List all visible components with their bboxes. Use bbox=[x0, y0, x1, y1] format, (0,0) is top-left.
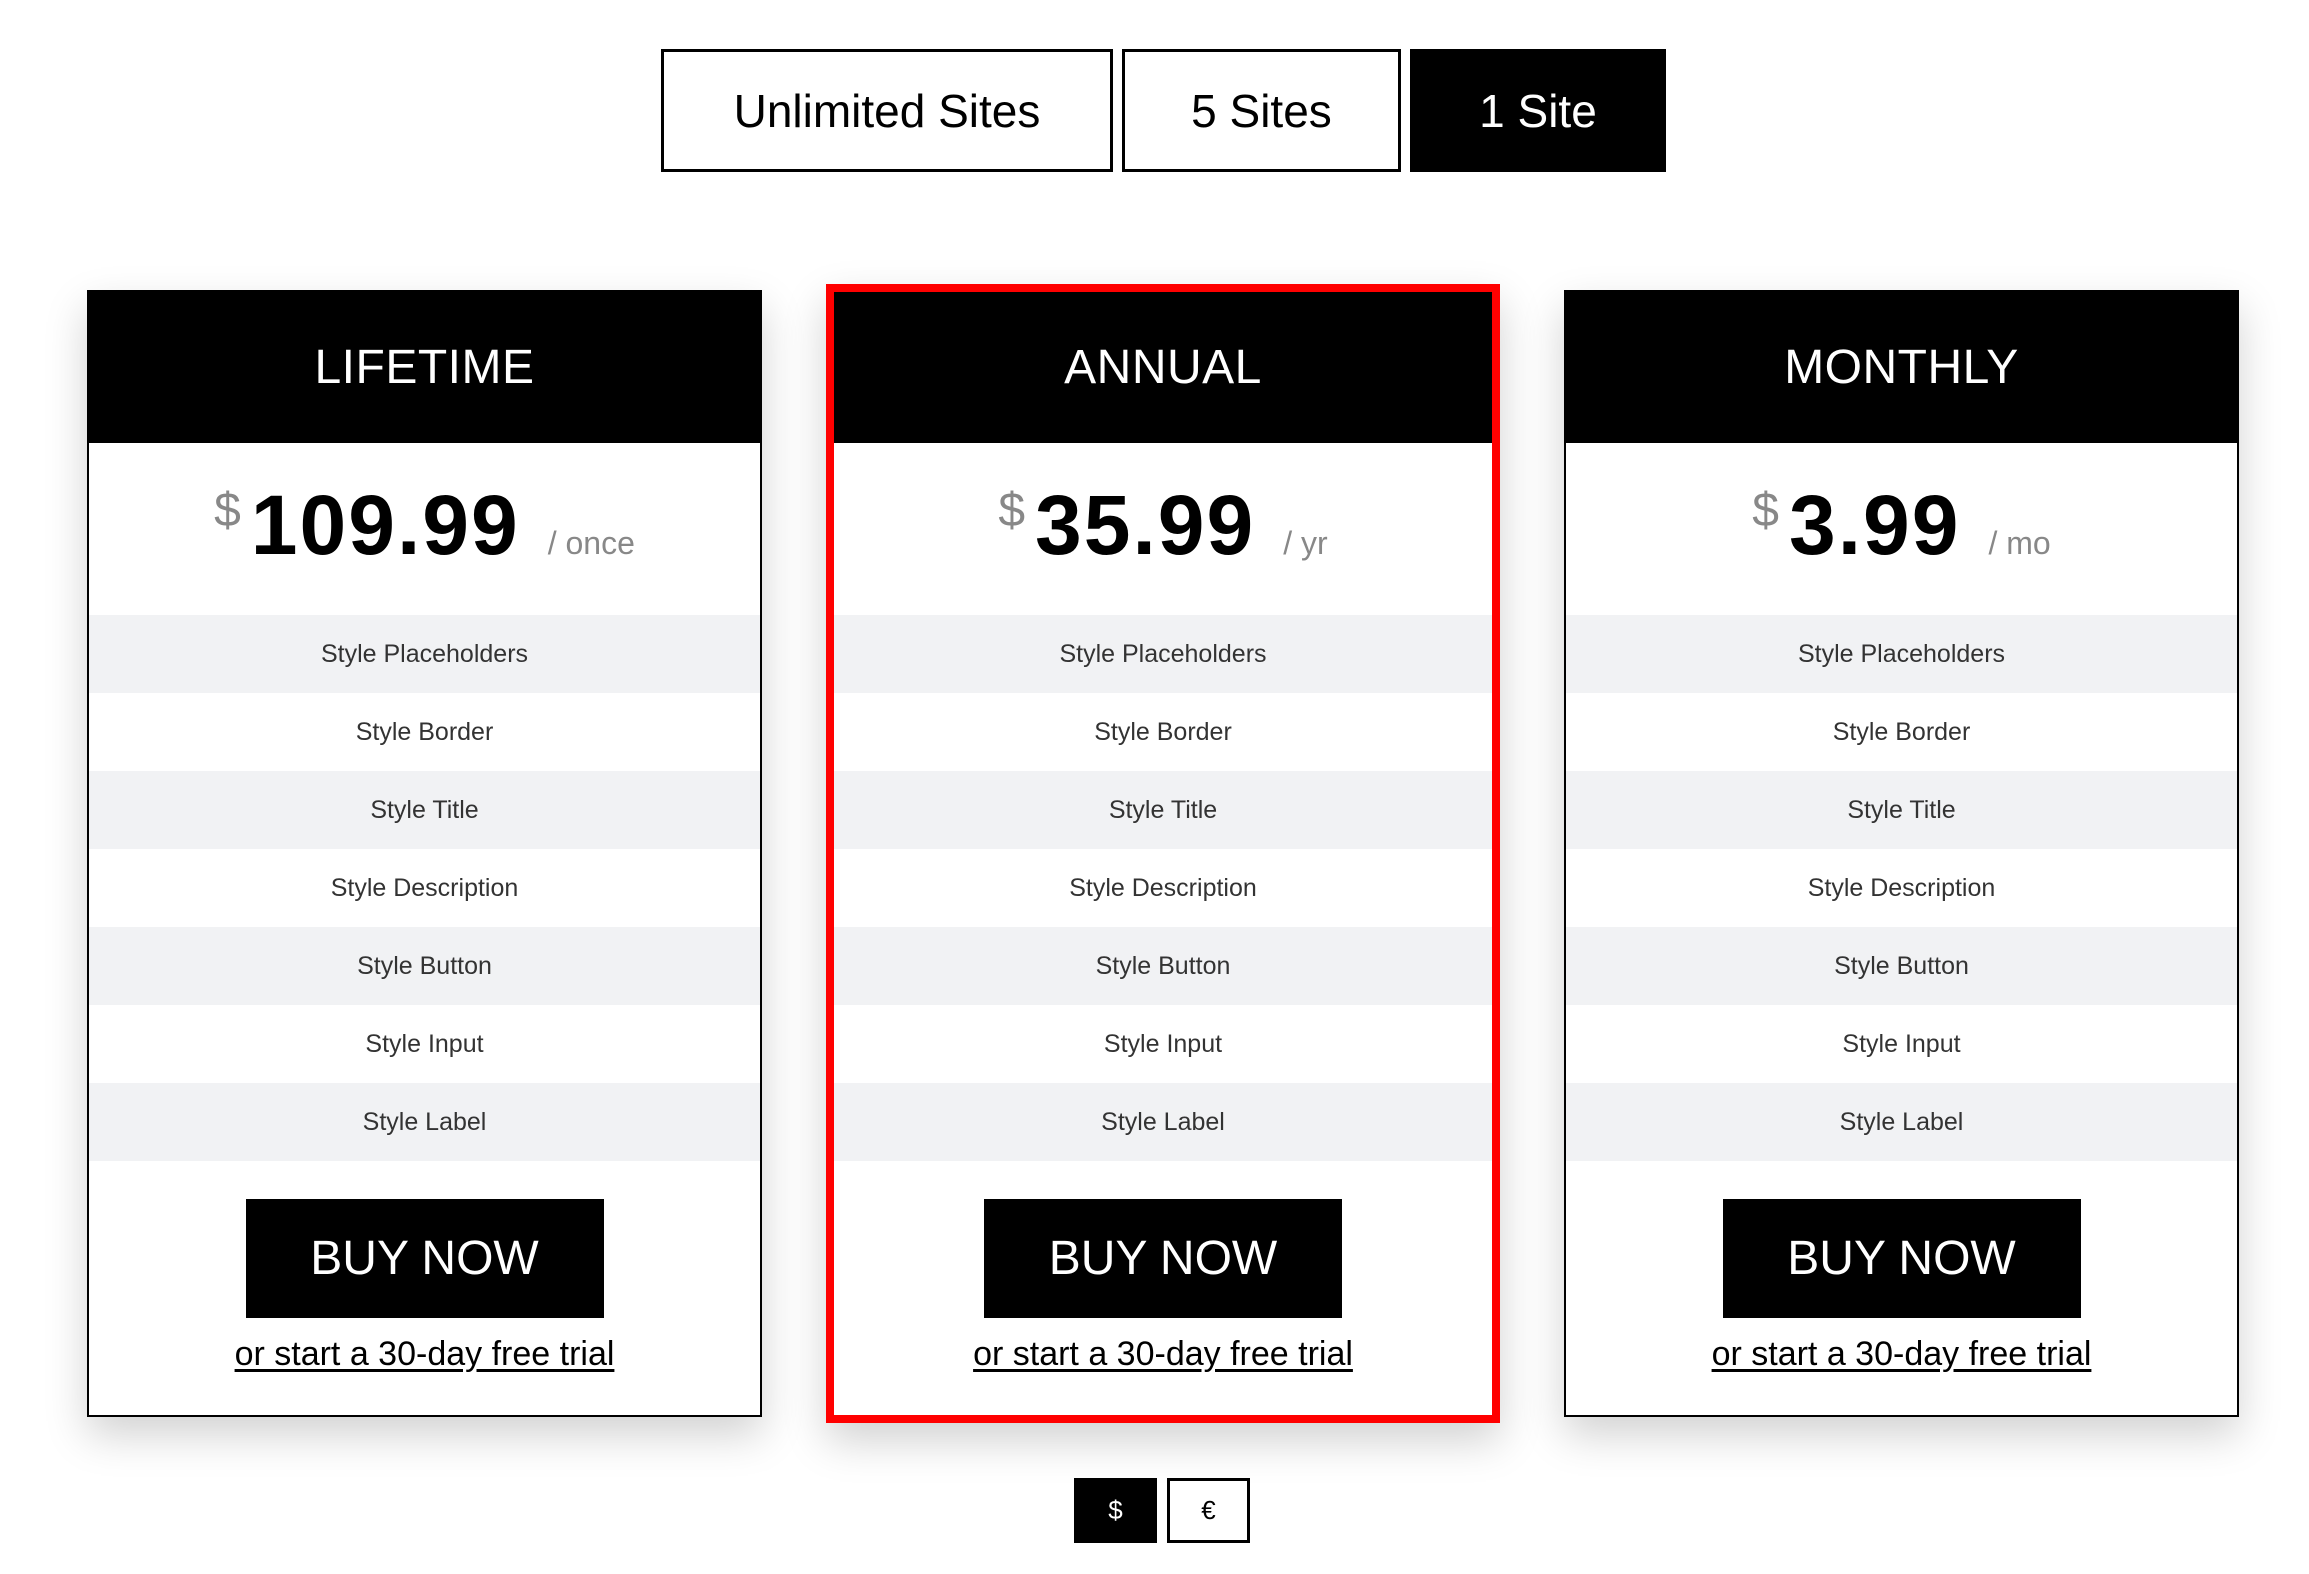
price-block: $ 109.99 / once bbox=[89, 443, 760, 615]
toggle-5-sites[interactable]: 5 Sites bbox=[1122, 49, 1401, 172]
feature-item: Style Input bbox=[1842, 1029, 1961, 1058]
feature-item: Style Title bbox=[1566, 771, 2237, 849]
feature-item: Style Placeholders bbox=[89, 615, 760, 693]
feature-item: Style Description bbox=[330, 873, 519, 902]
pricing-card-lifetime: LIFETIME $ 109.99 / once Style Placehold… bbox=[87, 290, 762, 1417]
price-period: / mo bbox=[1988, 525, 2051, 561]
currency-usd-button[interactable]: $ bbox=[1074, 1478, 1157, 1543]
feature-item: Style Input bbox=[365, 1029, 484, 1058]
free-trial-link[interactable]: or start a 30-day free trial bbox=[834, 1335, 1492, 1374]
buy-now-button[interactable]: BUY NOW bbox=[245, 1199, 604, 1318]
feature-item: Style Label bbox=[89, 1083, 760, 1161]
plan-title: MONTHLY bbox=[1566, 292, 2237, 443]
feature-item: Style Description bbox=[1807, 873, 1996, 902]
price-period: / yr bbox=[1283, 525, 1328, 561]
free-trial-link[interactable]: or start a 30-day free trial bbox=[1566, 1335, 2237, 1374]
price-amount: 3.99 bbox=[1788, 478, 1961, 572]
card-actions: BUY NOW or start a 30-day free trial bbox=[1566, 1161, 2237, 1417]
buy-now-button[interactable]: BUY NOW bbox=[984, 1199, 1342, 1318]
toggle-1-site[interactable]: 1 Site bbox=[1410, 49, 1666, 172]
feature-item: Style Placeholders bbox=[834, 615, 1492, 693]
toggle-unlimited-sites[interactable]: Unlimited Sites bbox=[661, 49, 1113, 172]
price-block: $ 35.99 / yr bbox=[834, 443, 1492, 615]
feature-list: Style Placeholders Style Border Style Ti… bbox=[1566, 615, 2237, 1161]
feature-item: Style Border bbox=[1832, 717, 1971, 746]
feature-item: Style Description bbox=[1069, 873, 1257, 902]
currency-symbol: $ bbox=[214, 484, 241, 537]
card-actions: BUY NOW or start a 30-day free trial bbox=[89, 1161, 760, 1417]
pricing-card-annual: ANNUAL $ 35.99 / yr Style Placeholders S… bbox=[826, 284, 1500, 1423]
feature-item: Style Button bbox=[834, 927, 1492, 1005]
plan-title: ANNUAL bbox=[834, 292, 1492, 443]
price-block: $ 3.99 / mo bbox=[1566, 443, 2237, 615]
buy-now-button[interactable]: BUY NOW bbox=[1722, 1199, 2081, 1318]
feature-item: Style Placeholders bbox=[1566, 615, 2237, 693]
feature-item: Style Border bbox=[1094, 717, 1232, 746]
feature-item: Style Border bbox=[355, 717, 494, 746]
plan-title: LIFETIME bbox=[89, 292, 760, 443]
feature-item: Style Title bbox=[89, 771, 760, 849]
pricing-card-monthly: MONTHLY $ 3.99 / mo Style Placeholders S… bbox=[1564, 290, 2239, 1417]
price-period: / once bbox=[547, 525, 635, 561]
feature-item: Style Input bbox=[1103, 1029, 1223, 1058]
feature-list: Style Placeholders Style Border Style Ti… bbox=[89, 615, 760, 1161]
price-amount: 35.99 bbox=[1035, 478, 1256, 572]
feature-item: Style Label bbox=[834, 1083, 1492, 1161]
feature-item: Style Button bbox=[89, 927, 760, 1005]
currency-symbol: $ bbox=[1752, 484, 1779, 537]
card-actions: BUY NOW or start a 30-day free trial bbox=[834, 1161, 1492, 1417]
feature-list: Style Placeholders Style Border Style Ti… bbox=[834, 615, 1492, 1161]
currency-eur-button[interactable]: € bbox=[1167, 1478, 1250, 1543]
currency-symbol: $ bbox=[998, 484, 1026, 537]
feature-item: Style Label bbox=[1566, 1083, 2237, 1161]
free-trial-link[interactable]: or start a 30-day free trial bbox=[89, 1335, 760, 1374]
feature-item: Style Button bbox=[1566, 927, 2237, 1005]
price-amount: 109.99 bbox=[250, 478, 520, 572]
feature-item: Style Title bbox=[834, 771, 1492, 849]
